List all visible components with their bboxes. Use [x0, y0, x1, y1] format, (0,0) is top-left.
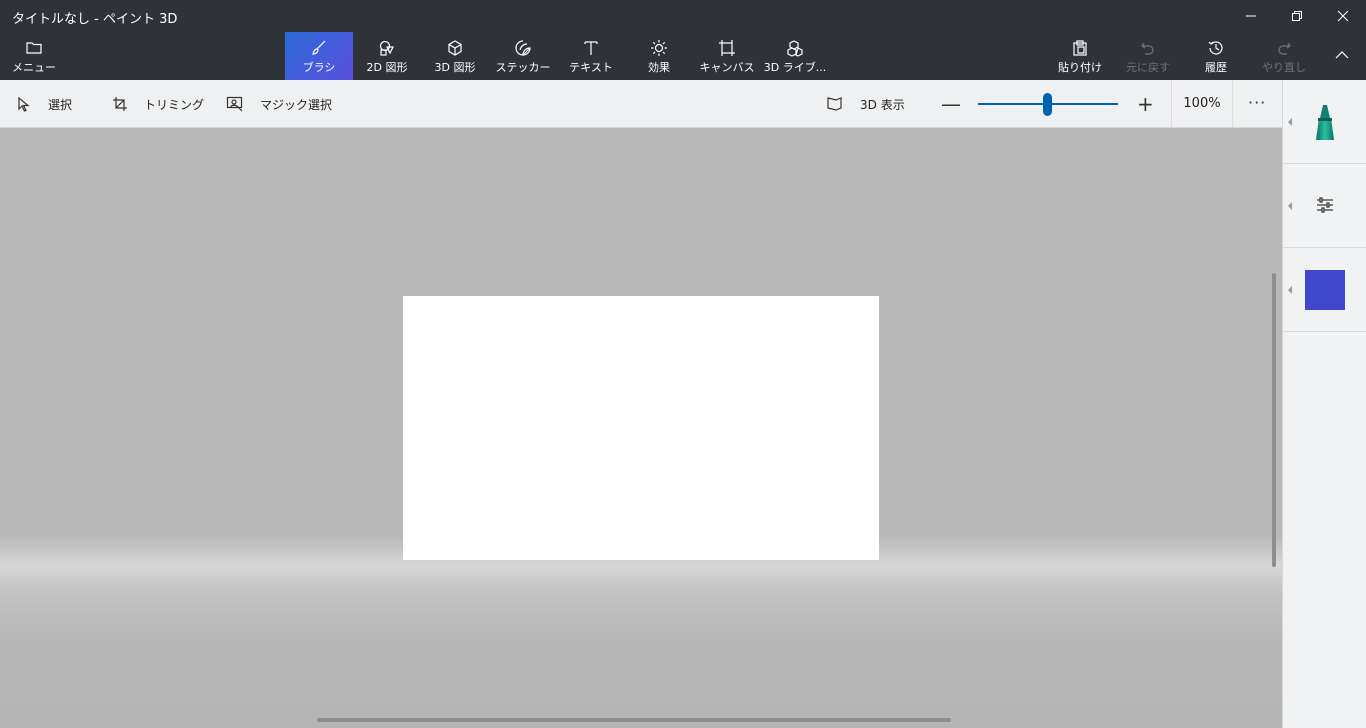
cursor-icon — [18, 96, 30, 112]
sticker-icon — [515, 40, 531, 56]
view-3d-label: 3D 表示 — [860, 97, 905, 112]
2d-shapes-icon — [379, 40, 394, 56]
history-icon — [1208, 41, 1223, 55]
menu-button[interactable]: メニュー — [12, 32, 56, 80]
tab-effects[interactable]: 効果 — [625, 32, 693, 80]
canvas-icon — [719, 40, 735, 56]
tab-3d-shapes-label: 3D 図形 — [434, 61, 476, 74]
tab-effects-label: 効果 — [648, 61, 670, 74]
3d-library-icon — [787, 40, 803, 57]
brush-icon — [312, 40, 326, 55]
redo-label: やり直し — [1262, 61, 1306, 74]
history-label: 履歴 — [1205, 61, 1227, 74]
minimize-icon — [1246, 15, 1256, 17]
drawing-canvas[interactable] — [403, 296, 879, 560]
selected-color-swatch[interactable] — [1305, 270, 1345, 310]
tab-canvas[interactable]: キャンバス — [693, 32, 761, 80]
folder-icon — [26, 42, 42, 54]
tab-brush[interactable]: ブラシ — [285, 32, 353, 80]
tab-text[interactable]: テキスト — [557, 32, 625, 80]
view-3d-icon — [827, 97, 842, 111]
magic-select-icon — [226, 96, 243, 112]
crop-button[interactable]: トリミング — [112, 80, 204, 128]
crop-label: トリミング — [144, 97, 205, 112]
minimize-button[interactable] — [1228, 0, 1274, 32]
magic-select-label: マジック選択 — [260, 97, 333, 112]
select-button[interactable]: 選択 — [16, 80, 72, 128]
crop-icon — [113, 97, 127, 111]
undo-icon — [1141, 42, 1154, 55]
more-options-button[interactable]: ··· — [1248, 93, 1266, 112]
title-bar: タイトルなし - ペイント 3D — [0, 0, 1366, 32]
view-3d-button[interactable]: 3D 表示 — [826, 80, 905, 128]
redo-icon — [1278, 42, 1291, 55]
chevron-up-icon — [1335, 51, 1349, 59]
tab-2d-shapes[interactable]: 2D 図形 — [353, 32, 421, 80]
zoom-value: 100% — [1183, 96, 1221, 111]
tab-3d-library-label: 3D ライブ... — [763, 61, 827, 74]
select-label: 選択 — [48, 97, 73, 112]
sliders-icon — [1317, 197, 1333, 213]
expand-arrow-icon — [1288, 202, 1292, 210]
paste-button[interactable]: 貼り付け — [1054, 32, 1106, 80]
zoom-level[interactable]: 100% — [1171, 80, 1233, 127]
side-panel — [1282, 80, 1366, 728]
brush-panel-toggle[interactable] — [1283, 80, 1366, 164]
undo-label: 元に戻す — [1126, 61, 1170, 74]
undo-button[interactable]: 元に戻す — [1122, 32, 1174, 80]
expand-arrow-icon — [1288, 118, 1292, 126]
tab-stickers[interactable]: ステッカー — [489, 32, 557, 80]
redo-button[interactable]: やり直し — [1258, 32, 1310, 80]
history-button[interactable]: 履歴 — [1190, 32, 1242, 80]
expand-arrow-icon — [1288, 286, 1292, 294]
window-title: タイトルなし - ペイント 3D — [12, 12, 178, 27]
tab-3d-shapes[interactable]: 3D 図形 — [421, 32, 489, 80]
zoom-in-button[interactable]: + — [1137, 92, 1154, 116]
tab-canvas-label: キャンバス — [699, 61, 755, 74]
color-panel-toggle[interactable] — [1283, 248, 1366, 332]
collapse-ribbon-button[interactable] — [1322, 32, 1362, 80]
zoom-out-button[interactable]: — — [941, 92, 961, 116]
horizontal-scrollbar[interactable] — [317, 718, 951, 722]
marker-icon — [1316, 105, 1334, 140]
vertical-scrollbar[interactable] — [1272, 273, 1276, 567]
effects-icon — [651, 40, 667, 56]
tab-3d-library[interactable]: 3D ライブ... — [761, 32, 829, 80]
tab-brush-label: ブラシ — [302, 61, 336, 74]
menu-label: メニュー — [12, 61, 56, 74]
3d-shapes-icon — [448, 40, 462, 56]
tab-text-label: テキスト — [569, 61, 613, 74]
restore-button[interactable] — [1274, 0, 1320, 32]
settings-panel-toggle[interactable] — [1283, 164, 1366, 248]
tab-stickers-label: ステッカー — [495, 61, 551, 74]
paste-icon — [1073, 40, 1087, 56]
text-icon — [584, 41, 598, 55]
close-button[interactable] — [1320, 0, 1366, 32]
magic-select-button[interactable]: マジック選択 — [226, 80, 332, 128]
restore-icon — [1292, 11, 1302, 21]
tab-2d-shapes-label: 2D 図形 — [366, 61, 408, 74]
zoom-slider-thumb[interactable] — [1043, 93, 1052, 116]
ribbon: メニュー ブラシ 2D 図形 3D 図形 ステッカー テキスト 効果 キャンバス… — [0, 32, 1366, 80]
close-icon — [1337, 10, 1349, 22]
paste-label: 貼り付け — [1058, 61, 1102, 74]
